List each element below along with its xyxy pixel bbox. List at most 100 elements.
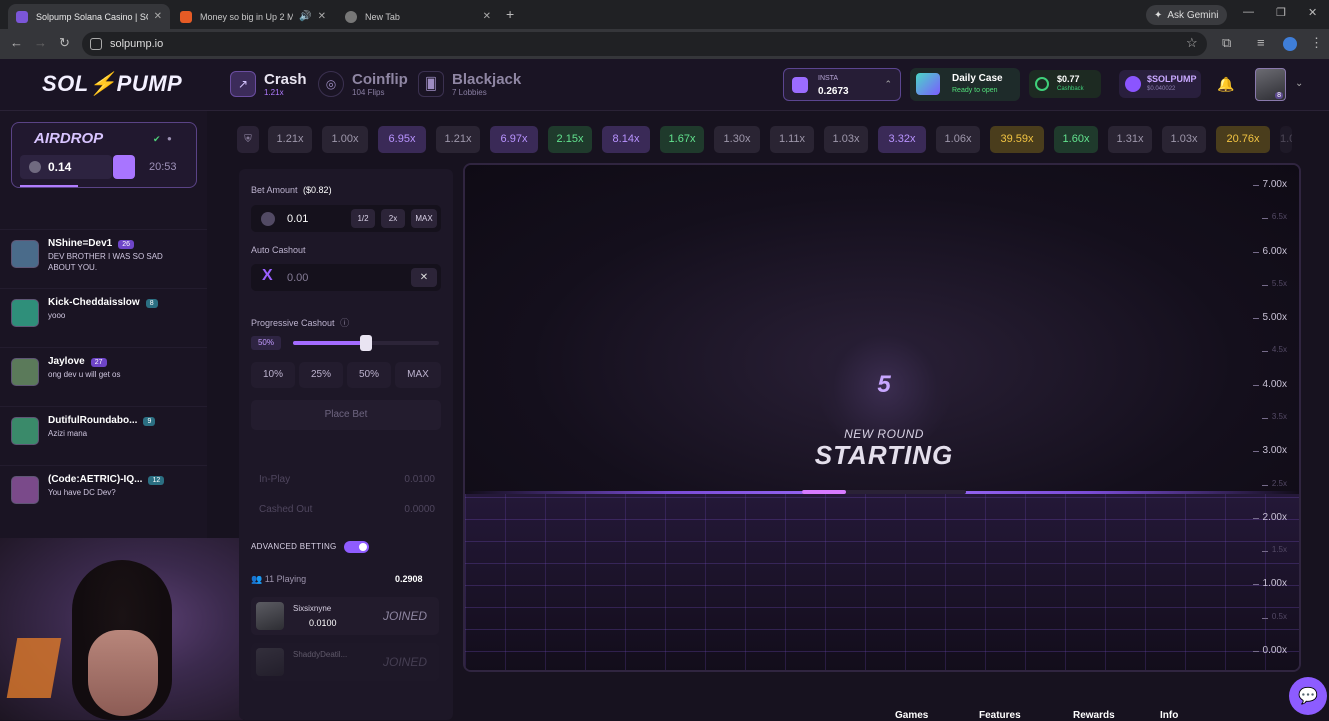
- media-control-icon[interactable]: ≡: [1257, 35, 1265, 50]
- chat-avatar[interactable]: [11, 476, 39, 504]
- chat-username-text: NShine=Dev1: [48, 238, 113, 249]
- footer-link-features[interactable]: Features: [979, 710, 1021, 721]
- window-close-icon[interactable]: ✕: [1308, 6, 1317, 19]
- ask-gemini-button[interactable]: ✦ Ask Gemini: [1146, 5, 1227, 25]
- history-multiplier[interactable]: 3.32x: [878, 126, 926, 153]
- new-tab-button[interactable]: +: [506, 6, 514, 22]
- quick-50-button[interactable]: 50%: [347, 362, 391, 388]
- nav-game-crash[interactable]: ↗ Crash 1.21x: [230, 71, 307, 97]
- history-multiplier[interactable]: 1.21x: [268, 126, 312, 153]
- notification-bell-icon[interactable]: 🔔: [1217, 76, 1234, 93]
- player-status: JOINED: [382, 655, 427, 669]
- chat-message: DutifulRoundabo... 9 Azizi mana: [0, 406, 207, 464]
- cashback-button[interactable]: $0.77 Cashback: [1029, 70, 1101, 98]
- player-row[interactable]: Sixsixnyne 0.0100 JOINED: [251, 597, 439, 635]
- chat-username[interactable]: Kick-Cheddaisslow 8: [48, 297, 158, 308]
- footer-link-info[interactable]: Info: [1160, 710, 1178, 721]
- axis-tick-label: 1.00x: [1252, 578, 1287, 590]
- chat-avatar[interactable]: [11, 358, 39, 386]
- solpump-logo[interactable]: SOL⚡PUMP: [42, 71, 182, 97]
- double-bet-button[interactable]: 2x: [381, 209, 405, 228]
- chat-avatar[interactable]: [11, 299, 39, 327]
- speaker-icon[interactable]: 🔊: [299, 11, 311, 22]
- chat-username[interactable]: Jaylove 27: [48, 356, 107, 367]
- chevron-down-icon[interactable]: ⌄: [1295, 78, 1303, 89]
- footer-link-rewards[interactable]: Rewards: [1073, 710, 1115, 721]
- browser-tab-solpump[interactable]: Solpump Solana Casino | SOL C ✕: [8, 4, 170, 29]
- clear-auto-cashout-button[interactable]: ✕: [411, 268, 437, 287]
- progressive-cashout-slider[interactable]: [293, 335, 439, 351]
- chat-username[interactable]: NShine=Dev1 26: [48, 238, 134, 249]
- insta-wallet-icon: [792, 77, 808, 93]
- quick-10-button[interactable]: 10%: [251, 362, 295, 388]
- history-multiplier[interactable]: 1.03x: [824, 126, 868, 153]
- chat-username[interactable]: (Code:AETRIC)-IQ... 12: [48, 474, 165, 485]
- forward-icon[interactable]: →: [34, 35, 47, 50]
- max-bet-button[interactable]: MAX: [411, 209, 437, 228]
- history-multiplier[interactable]: 1.03x: [1162, 126, 1206, 153]
- history-multiplier[interactable]: 1.00x: [1280, 126, 1292, 153]
- close-tab-icon[interactable]: ✕: [154, 11, 162, 22]
- wallet-balance-dropdown[interactable]: INSTA 0.2673 ⌃: [783, 68, 901, 101]
- chat-username[interactable]: DutifulRoundabo... 9: [48, 415, 156, 426]
- history-multiplier[interactable]: 1.06x: [936, 126, 980, 153]
- restore-icon[interactable]: ❐: [1276, 6, 1286, 19]
- profile-icon[interactable]: [1283, 37, 1297, 51]
- history-multiplier[interactable]: 1.30x: [714, 126, 760, 153]
- history-multiplier[interactable]: 1.00x: [322, 126, 368, 153]
- history-multiplier[interactable]: 20.76x: [1216, 126, 1270, 153]
- back-icon[interactable]: ←: [10, 35, 23, 50]
- nav-game-blackjack[interactable]: 🂠 Blackjack 7 Lobbies: [418, 71, 521, 97]
- slider-thumb[interactable]: [360, 335, 372, 351]
- nav-game-coinflip[interactable]: ◎ Coinflip 104 Flips: [318, 71, 408, 97]
- history-multiplier[interactable]: 1.21x: [436, 126, 480, 153]
- close-tab-icon[interactable]: ✕: [483, 11, 491, 22]
- info-icon[interactable]: ●: [167, 134, 172, 143]
- player-row[interactable]: ShaddyDeatil... JOINED: [251, 643, 439, 681]
- history-multiplier[interactable]: 6.95x: [378, 126, 426, 153]
- site-info-icon[interactable]: [90, 38, 102, 50]
- advanced-betting-toggle[interactable]: [344, 541, 369, 553]
- provably-fair-shield-icon[interactable]: ⛨: [237, 126, 259, 153]
- chat-level-badge: 9: [143, 417, 156, 426]
- auto-cashout-input[interactable]: X 0.00 ✕: [251, 264, 441, 291]
- history-multiplier[interactable]: 39.59x: [990, 126, 1044, 153]
- half-bet-button[interactable]: 1/2: [351, 209, 375, 228]
- browser-tab-new[interactable]: New Tab ✕: [337, 4, 499, 29]
- extensions-icon[interactable]: ⧉: [1222, 35, 1231, 51]
- browser-menu-icon[interactable]: ⋮: [1310, 35, 1323, 51]
- user-avatar[interactable]: 8: [1255, 68, 1286, 101]
- url-field[interactable]: solpump.io: [82, 32, 1207, 56]
- bet-amount-input[interactable]: 0.01 1/2 2x MAX: [251, 205, 441, 232]
- minimize-icon[interactable]: —: [1243, 6, 1254, 18]
- chat-avatar[interactable]: [11, 417, 39, 445]
- history-multiplier[interactable]: 1.67x: [660, 126, 704, 153]
- token-icon: [1125, 76, 1141, 92]
- chat-support-button[interactable]: 💬: [1289, 677, 1327, 715]
- quick-25-button[interactable]: 25%: [299, 362, 343, 388]
- daily-case-button[interactable]: Daily Case Ready to open: [910, 68, 1020, 101]
- bookmark-star-icon[interactable]: ☆: [1186, 35, 1198, 51]
- footer-link-games[interactable]: Games: [895, 710, 928, 721]
- history-multiplier[interactable]: 2.15x: [548, 126, 592, 153]
- lock-icon[interactable]: [113, 155, 135, 179]
- history-multiplier[interactable]: 1.31x: [1108, 126, 1152, 153]
- place-bet-button[interactable]: Place Bet: [251, 400, 441, 430]
- quick-max-button[interactable]: MAX: [395, 362, 441, 388]
- airdrop-card[interactable]: AIRDROP ✔ ● 0.14 20:53: [11, 122, 197, 188]
- reload-icon[interactable]: ↻: [59, 35, 70, 51]
- history-multiplier[interactable]: 6.97x: [490, 126, 538, 153]
- solpump-token-button[interactable]: $SOLPUMP $0.040022: [1119, 70, 1201, 98]
- chat-avatar[interactable]: [11, 240, 39, 268]
- close-tab-icon[interactable]: ✕: [318, 11, 326, 22]
- browser-tab-video[interactable]: Money so big in Up 2 Me 🔊 ✕: [172, 4, 334, 29]
- tab-title: Solpump Solana Casino | SOL C: [36, 11, 148, 22]
- history-multiplier[interactable]: 1.60x: [1054, 126, 1098, 153]
- player-name: Sixsixnyne: [293, 604, 332, 613]
- axis-tick-label: 6.5x: [1261, 212, 1287, 222]
- info-icon[interactable]: ⓘ: [340, 318, 349, 328]
- history-multiplier[interactable]: 1.11x: [770, 126, 814, 153]
- chat-username-text: DutifulRoundabo...: [48, 415, 138, 426]
- history-multiplier[interactable]: 8.14x: [602, 126, 650, 153]
- axis-tick-label: 3.5x: [1261, 412, 1287, 421]
